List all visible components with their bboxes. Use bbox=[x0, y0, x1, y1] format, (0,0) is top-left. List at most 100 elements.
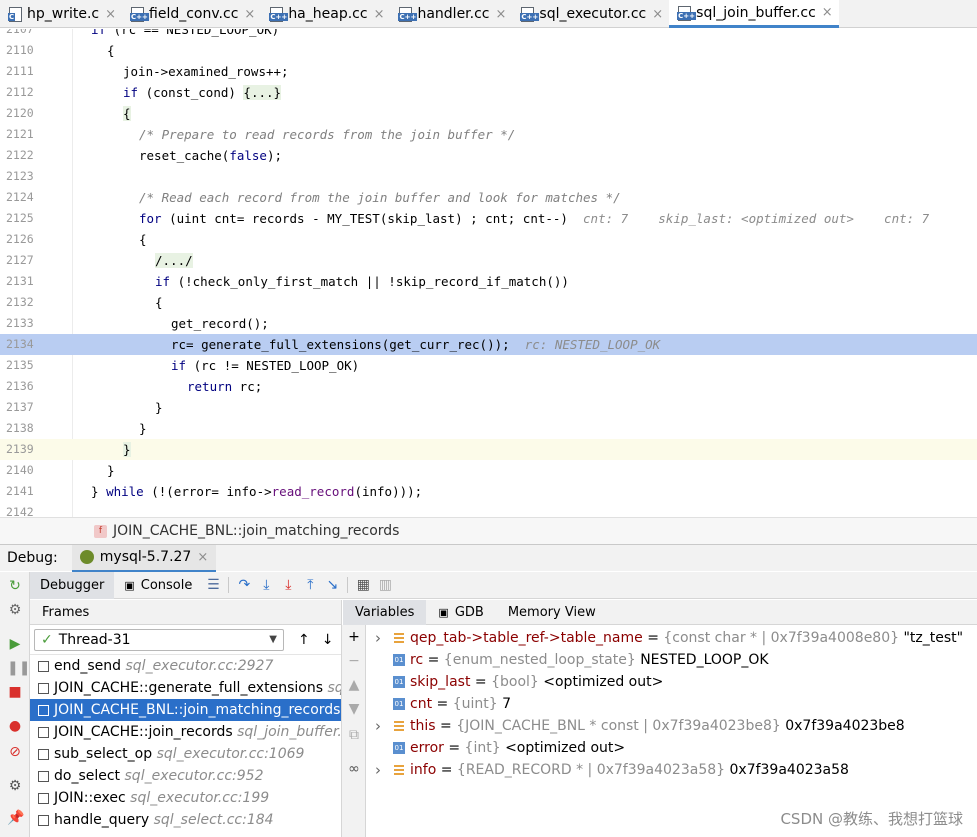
tab-console[interactable]: ▣ Console bbox=[114, 572, 202, 599]
line-number[interactable]: 2127 bbox=[6, 250, 36, 271]
line-number[interactable]: 2112 bbox=[6, 82, 36, 103]
remove-watch-icon[interactable]: − bbox=[346, 653, 362, 669]
editor-tab[interactable]: sql_executor.cc × bbox=[512, 0, 669, 28]
close-icon[interactable]: × bbox=[197, 550, 208, 565]
thread-dropdown[interactable]: ✓ Thread-31 ▼ bbox=[34, 628, 284, 651]
line-number[interactable]: 2124 bbox=[6, 187, 36, 208]
variable-row[interactable]: 01 rc = {enum_nested_loop_state} NESTED_L… bbox=[368, 649, 977, 671]
line-number[interactable]: 2111 bbox=[6, 61, 36, 82]
close-icon[interactable]: × bbox=[244, 7, 255, 22]
code-line[interactable]: 2112 if (const_cond) {...} bbox=[0, 82, 977, 103]
settings-icon[interactable]: ⚙ bbox=[7, 602, 23, 618]
code-line[interactable]: 2125 for (uint cnt= records - MY_TEST(ski… bbox=[0, 208, 977, 229]
tab-variables[interactable]: Variables bbox=[343, 599, 427, 625]
line-number[interactable]: 2110 bbox=[6, 40, 36, 61]
code-line[interactable]: 2121 /* Prepare to read records from the … bbox=[0, 124, 977, 145]
rerun-icon[interactable]: ↻ bbox=[7, 578, 23, 594]
code-line[interactable]: 2142 bbox=[0, 502, 977, 517]
line-number[interactable]: 2139 bbox=[6, 439, 36, 460]
close-icon[interactable]: × bbox=[822, 5, 833, 20]
variable-row[interactable]: › this = {JOIN_CACHE_BNL * const | 0x7f39… bbox=[368, 715, 977, 737]
line-number[interactable]: 2126 bbox=[6, 229, 36, 250]
code-line[interactable]: 2135 if (rc != NESTED_LOOP_OK) bbox=[0, 355, 977, 376]
step-over-icon[interactable]: ↷ bbox=[233, 577, 255, 593]
variable-row[interactable]: 01 cnt = {uint} 7 bbox=[368, 693, 977, 715]
line-number[interactable]: 2138 bbox=[6, 418, 36, 439]
editor-tab[interactable]: field_conv.cc × bbox=[122, 0, 261, 28]
line-number[interactable]: 2133 bbox=[6, 313, 36, 334]
line-number[interactable]: 2141 bbox=[6, 481, 36, 502]
stack-frame[interactable]: end_send sql_executor.cc:2927 bbox=[30, 655, 341, 677]
stack-frame[interactable]: JOIN_CACHE::join_records sql_join_buffer… bbox=[30, 721, 341, 743]
next-frame-icon[interactable]: ↓ bbox=[322, 632, 334, 648]
expand-icon[interactable]: › bbox=[375, 627, 381, 649]
evaluate-expression-icon[interactable]: ▦ bbox=[352, 577, 374, 593]
code-line[interactable]: 2141} while (!(error= info->read_record(… bbox=[0, 481, 977, 502]
stack-frame[interactable]: JOIN_CACHE::generate_full_extensions sql… bbox=[30, 677, 341, 699]
variable-row[interactable]: › info = {READ_RECORD * | 0x7f39a4023a58}… bbox=[368, 759, 977, 781]
line-number[interactable]: 2134 bbox=[6, 334, 36, 355]
stop-icon[interactable]: ■ bbox=[7, 684, 23, 700]
step-out-icon[interactable]: ⤒ bbox=[299, 577, 321, 593]
editor-tab[interactable]: hp_write.c × bbox=[0, 0, 122, 28]
line-number[interactable]: 2121 bbox=[6, 124, 36, 145]
code-line[interactable]: 2127 /.../ bbox=[0, 250, 977, 271]
code-line[interactable]: 2123 bbox=[0, 166, 977, 187]
variable-row[interactable]: › qep_tab->table_ref->table_name = {const… bbox=[368, 627, 977, 649]
variable-row[interactable]: 01 error = {int} <optimized out> bbox=[368, 737, 977, 759]
code-line[interactable]: 2120 { bbox=[0, 103, 977, 124]
move-down-icon[interactable]: ▼ bbox=[346, 701, 362, 717]
stack-frame[interactable]: handle_query sql_select.cc:184 bbox=[30, 809, 341, 831]
line-number[interactable]: 2125 bbox=[6, 208, 36, 229]
force-step-into-icon[interactable]: ⤓ bbox=[277, 577, 299, 593]
tab-gdb[interactable]: ▣ GDB bbox=[426, 600, 495, 625]
code-line[interactable]: 2110 { bbox=[0, 40, 977, 61]
code-line[interactable]: 2140} bbox=[0, 460, 977, 481]
close-icon[interactable]: × bbox=[374, 7, 385, 22]
line-number[interactable]: 2142 bbox=[6, 502, 36, 517]
code-line[interactable]: 2131 if (!check_only_first_match || !skip… bbox=[0, 271, 977, 292]
trace-icon[interactable]: ▥ bbox=[374, 577, 396, 593]
line-number[interactable]: 2123 bbox=[6, 166, 36, 187]
run-to-cursor-icon[interactable]: ↘ bbox=[321, 577, 343, 593]
variable-row[interactable]: 01 skip_last = {bool} <optimized out> bbox=[368, 671, 977, 693]
code-line[interactable]: 2133 get_record(); bbox=[0, 313, 977, 334]
code-line[interactable]: 2111 join->examined_rows++; bbox=[0, 61, 977, 82]
move-up-icon[interactable]: ▲ bbox=[346, 677, 362, 693]
editor-tab[interactable]: handler.cc × bbox=[390, 0, 512, 28]
breadcrumb-function[interactable]: JOIN_CACHE_BNL::join_matching_records bbox=[113, 523, 399, 539]
line-number[interactable]: 2135 bbox=[6, 355, 36, 376]
code-line[interactable]: 2137} bbox=[0, 397, 977, 418]
tab-memory-view[interactable]: Memory View bbox=[496, 600, 608, 625]
debug-session-tab[interactable]: mysql-5.7.27 × bbox=[71, 544, 217, 572]
close-icon[interactable]: × bbox=[652, 7, 663, 22]
layout-icon[interactable]: ☰ bbox=[202, 577, 224, 593]
code-line[interactable]: 2139} bbox=[0, 439, 977, 460]
code-line[interactable]: 2132 { bbox=[0, 292, 977, 313]
stack-frame[interactable]: do_select sql_executor.cc:952 bbox=[30, 765, 341, 787]
settings-gear-icon[interactable]: ⚙ bbox=[7, 778, 23, 794]
view-breakpoints-icon[interactable]: ● bbox=[7, 718, 23, 734]
stack-frame[interactable]: JOIN_CACHE_BNL::join_matching_records sq… bbox=[30, 699, 341, 721]
line-number[interactable]: 2136 bbox=[6, 376, 36, 397]
line-number[interactable]: 2107 bbox=[6, 29, 36, 40]
line-number[interactable]: 2137 bbox=[6, 397, 36, 418]
tab-debugger[interactable]: Debugger bbox=[30, 571, 115, 599]
code-line[interactable]: 2122 reset_cache(false); bbox=[0, 145, 977, 166]
code-line[interactable]: 2136 return rc; bbox=[0, 376, 977, 397]
code-line[interactable]: 2124 /* Read each record from the join bu… bbox=[0, 187, 977, 208]
code-line[interactable]: 2126 { bbox=[0, 229, 977, 250]
code-editor[interactable]: 2107 if (rc == NESTED_LOOP_OK) 2110 {2111 jo… bbox=[0, 29, 977, 517]
glasses-icon[interactable]: ∞ bbox=[346, 761, 362, 777]
expand-icon[interactable]: › bbox=[375, 715, 381, 737]
close-icon[interactable]: × bbox=[496, 7, 507, 22]
editor-tab[interactable]: ha_heap.cc × bbox=[261, 0, 390, 28]
mute-breakpoints-icon[interactable]: ⊘ bbox=[7, 744, 23, 760]
line-number[interactable]: 2132 bbox=[6, 292, 36, 313]
previous-frame-icon[interactable]: ↑ bbox=[298, 632, 310, 648]
step-into-icon[interactable]: ⤓ bbox=[255, 577, 277, 593]
code-line[interactable]: 2134 rc= generate_full_extensions(get_cur… bbox=[0, 334, 977, 355]
code-line[interactable]: 2107 if (rc == NESTED_LOOP_OK) bbox=[0, 29, 977, 40]
line-number[interactable]: 2131 bbox=[6, 271, 36, 292]
stack-frame[interactable]: JOIN::exec sql_executor.cc:199 bbox=[30, 787, 341, 809]
